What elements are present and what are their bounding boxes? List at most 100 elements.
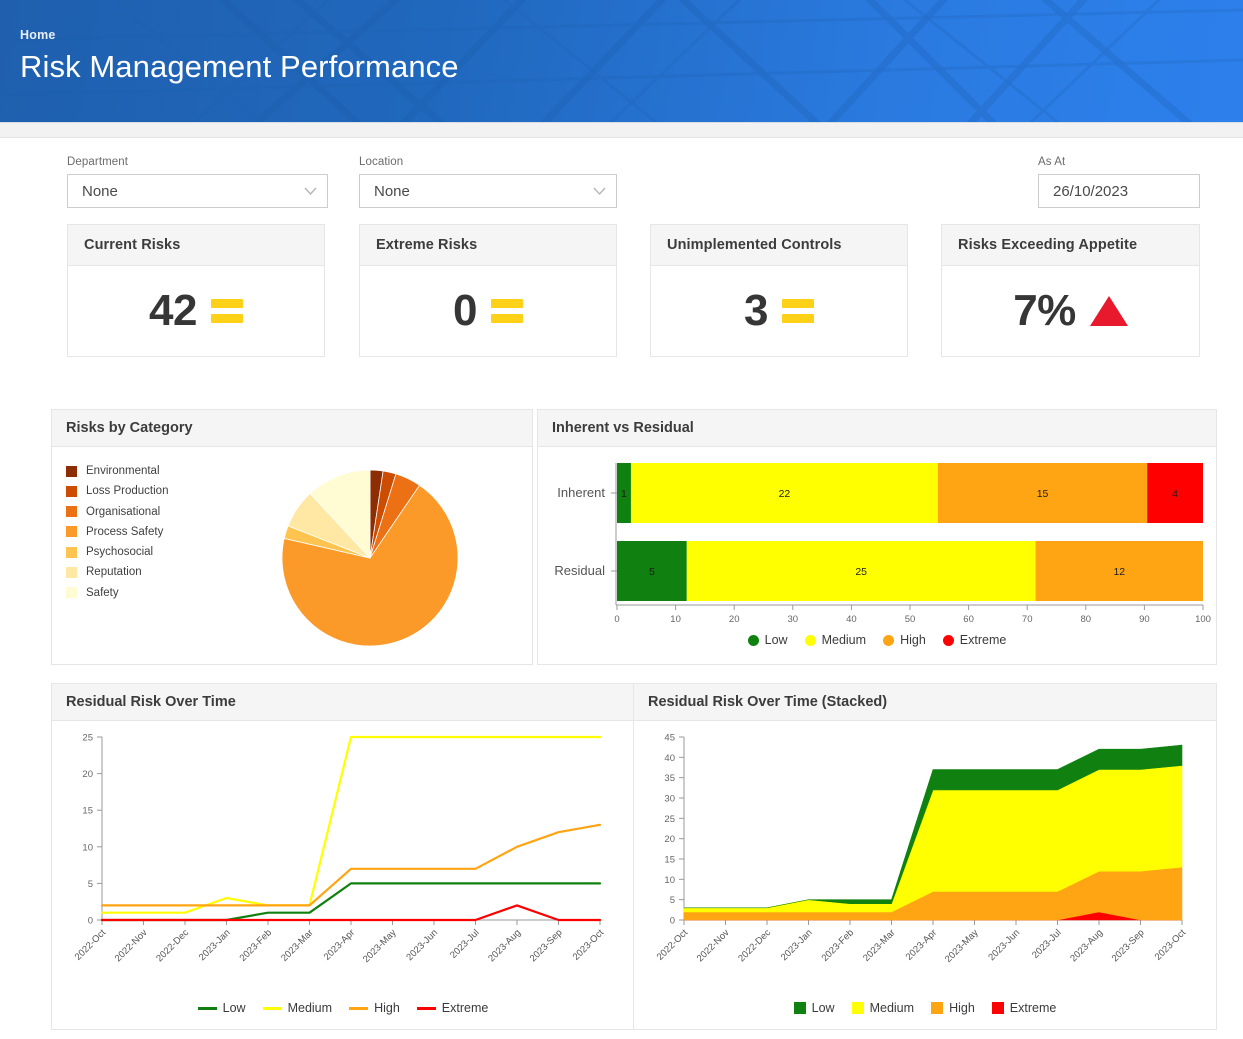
legend-swatch xyxy=(66,526,77,537)
legend-item[interactable]: High xyxy=(349,1001,400,1015)
filter-as-at: As At 26/10/2023 xyxy=(1038,156,1200,208)
residual-risk-line-chart[interactable]: 05101520252022-Oct2022-Nov2022-Dec2023-J… xyxy=(52,725,634,990)
legend-item[interactable]: Medium xyxy=(852,1001,914,1015)
kpi-title: Extreme Risks xyxy=(359,224,617,265)
panel-risks-by-category: Risks by Category Environmental Loss Pro… xyxy=(51,409,533,665)
svg-text:90: 90 xyxy=(1139,614,1150,625)
panel-title: Inherent vs Residual xyxy=(538,410,1216,447)
pie-chart[interactable] xyxy=(265,453,475,663)
svg-text:2022-Dec: 2022-Dec xyxy=(736,927,773,964)
legend-line xyxy=(198,1007,217,1010)
legend-label: High xyxy=(374,1001,400,1015)
kpi-title: Unimplemented Controls xyxy=(650,224,908,265)
svg-text:2023-Feb: 2023-Feb xyxy=(820,927,857,964)
legend-swatch xyxy=(66,547,77,558)
kpi-value: 3 xyxy=(744,286,768,336)
legend-item[interactable]: Reputation xyxy=(66,566,168,578)
legend-swatch xyxy=(992,1002,1004,1014)
svg-text:25: 25 xyxy=(855,566,867,578)
svg-text:45: 45 xyxy=(664,733,675,744)
svg-text:2023-Sep: 2023-Sep xyxy=(528,927,565,964)
svg-text:40: 40 xyxy=(664,753,675,764)
svg-text:1: 1 xyxy=(621,488,627,500)
svg-text:2023-Apr: 2023-Apr xyxy=(904,927,939,962)
kpi-value: 0 xyxy=(453,286,477,336)
svg-text:2022-Nov: 2022-Nov xyxy=(113,927,150,964)
svg-text:2023-Jun: 2023-Jun xyxy=(986,927,1022,963)
residual-risk-stacked-area-chart[interactable]: 0510152025303540452022-Oct2022-Nov2022-D… xyxy=(634,725,1216,990)
svg-text:5: 5 xyxy=(88,879,93,890)
svg-text:2023-Jan: 2023-Jan xyxy=(779,927,815,963)
svg-text:2022-Oct: 2022-Oct xyxy=(73,927,109,963)
svg-text:0: 0 xyxy=(614,614,619,625)
filter-department: Department None xyxy=(67,156,328,208)
svg-text:22: 22 xyxy=(779,488,791,500)
kpi-title: Risks Exceeding Appetite xyxy=(941,224,1200,265)
line-chart-body: 05101520252022-Oct2022-Nov2022-Dec2023-J… xyxy=(52,721,634,1030)
svg-text:50: 50 xyxy=(905,614,916,625)
legend-item[interactable]: High xyxy=(931,1001,975,1015)
legend-item[interactable]: Safety xyxy=(66,587,168,599)
legend-item[interactable]: Loss Production xyxy=(66,485,168,497)
svg-text:0: 0 xyxy=(670,916,675,927)
legend-label: High xyxy=(949,1001,975,1015)
legend-item[interactable]: Psychosocial xyxy=(66,546,168,558)
legend-label: Reputation xyxy=(86,566,142,578)
panel-residual-risk-over-time: Residual Risk Over Time 05101520252022-O… xyxy=(51,683,635,1030)
inherent-residual-bar-chart[interactable]: Inherent122154Residual525120102030405060… xyxy=(538,453,1216,633)
legend-dot xyxy=(943,635,954,646)
legend-item[interactable]: Low xyxy=(198,1001,246,1015)
legend-item[interactable]: Environmental xyxy=(66,465,168,477)
legend-item[interactable]: High xyxy=(883,633,926,647)
legend-item[interactable]: Extreme xyxy=(992,1001,1057,1015)
kpi-card-unimplemented-controls[interactable]: Unimplemented Controls 3 xyxy=(650,224,908,357)
legend-dot xyxy=(748,635,759,646)
svg-text:2023-Jan: 2023-Jan xyxy=(197,927,233,963)
legend-swatch xyxy=(66,466,77,477)
as-at-date-input[interactable]: 26/10/2023 xyxy=(1038,174,1200,208)
legend-label: Medium xyxy=(822,633,866,647)
kpi-card-risks-exceeding-appetite[interactable]: Risks Exceeding Appetite 7% xyxy=(941,224,1200,357)
legend-item[interactable]: Low xyxy=(794,1001,835,1015)
legend-item[interactable]: Low xyxy=(748,633,788,647)
location-label: Location xyxy=(359,156,617,168)
line-chart-legend: Low Medium High Extreme xyxy=(52,1001,634,1015)
legend-label: Low xyxy=(223,1001,246,1015)
legend-item[interactable]: Medium xyxy=(263,1001,332,1015)
legend-swatch xyxy=(66,567,77,578)
breadcrumb[interactable]: Home xyxy=(20,28,1243,42)
kpi-value: 42 xyxy=(149,286,197,336)
legend-item[interactable]: Organisational xyxy=(66,506,168,518)
panel-title: Risks by Category xyxy=(52,410,532,447)
legend-swatch xyxy=(794,1002,806,1014)
location-select[interactable]: None xyxy=(359,174,617,208)
kpi-card-extreme-risks[interactable]: Extreme Risks 0 xyxy=(359,224,617,357)
svg-text:80: 80 xyxy=(1081,614,1092,625)
legend-item[interactable]: Process Safety xyxy=(66,526,168,538)
legend-item[interactable]: Medium xyxy=(805,633,866,647)
legend-line xyxy=(349,1007,368,1010)
svg-text:2023-Jul: 2023-Jul xyxy=(1030,927,1064,961)
panel-residual-risk-over-time-stacked: Residual Risk Over Time (Stacked) 051015… xyxy=(633,683,1217,1030)
bar-chart-legend: Low Medium High Extreme xyxy=(538,633,1216,647)
department-select[interactable]: None xyxy=(67,174,328,208)
svg-text:15: 15 xyxy=(664,855,675,866)
svg-text:2023-Mar: 2023-Mar xyxy=(279,927,316,964)
legend-label: Environmental xyxy=(86,465,160,477)
svg-text:4: 4 xyxy=(1172,488,1178,500)
trend-flat-icon xyxy=(211,299,243,323)
svg-text:2023-Feb: 2023-Feb xyxy=(238,927,275,964)
legend-swatch xyxy=(66,486,77,497)
svg-text:2023-Aug: 2023-Aug xyxy=(486,927,523,964)
svg-text:30: 30 xyxy=(788,614,799,625)
kpi-card-current-risks[interactable]: Current Risks 42 xyxy=(67,224,325,357)
legend-label: Medium xyxy=(288,1001,332,1015)
svg-text:35: 35 xyxy=(664,773,675,784)
legend-item[interactable]: Extreme xyxy=(943,633,1007,647)
legend-item[interactable]: Extreme xyxy=(417,1001,489,1015)
svg-text:2023-Sep: 2023-Sep xyxy=(1110,927,1147,964)
location-value: None xyxy=(374,183,410,200)
svg-text:2023-May: 2023-May xyxy=(943,927,981,965)
legend-swatch xyxy=(66,587,77,598)
legend-swatch xyxy=(66,506,77,517)
